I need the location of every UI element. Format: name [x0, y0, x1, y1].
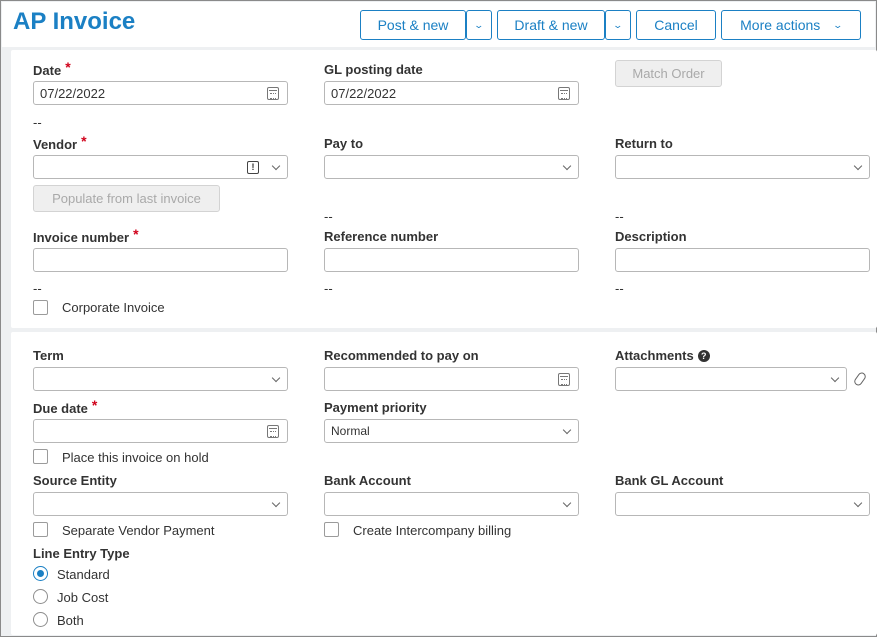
reference-number-label: Reference number — [324, 229, 439, 244]
chevron-down-icon — [853, 498, 863, 508]
corporate-invoice-label: Corporate Invoice — [62, 300, 165, 315]
hold-checkbox[interactable] — [33, 449, 48, 464]
date-field[interactable]: 07/22/2022 — [33, 81, 288, 105]
description-note: -- — [615, 281, 624, 296]
bank-gl-account-label: Bank GL Account — [615, 473, 724, 488]
recommended-to-pay-on-field[interactable] — [324, 367, 579, 391]
radio-standard-label: Standard — [57, 567, 110, 582]
description-label: Description — [615, 229, 687, 244]
post-new-label: Post & new — [377, 17, 449, 33]
create-intercompany-billing-checkbox[interactable] — [324, 522, 339, 537]
hold-label: Place this invoice on hold — [62, 450, 209, 465]
chevron-down-icon: ⌄ — [473, 19, 485, 30]
pay-to-label: Pay to — [324, 136, 364, 151]
due-date-label: Due date * — [33, 397, 98, 416]
more-actions-label: More actions — [740, 17, 821, 33]
bank-gl-account-select[interactable] — [615, 492, 870, 516]
calendar-icon[interactable] — [267, 425, 279, 438]
invoice-number-label: Invoice number * — [33, 226, 139, 245]
create-intercompany-billing-label: Create Intercompany billing — [353, 523, 512, 538]
attachments-select[interactable] — [615, 367, 847, 391]
chevron-down-icon — [271, 373, 281, 383]
reference-number-input[interactable] — [324, 248, 579, 272]
radio-job-cost[interactable] — [33, 589, 48, 604]
vendor-select[interactable]: ! — [33, 155, 288, 179]
bank-account-select[interactable] — [324, 492, 579, 516]
reference-number-note: -- — [324, 281, 333, 296]
gl-posting-date-field[interactable]: 07/22/2022 — [324, 81, 579, 105]
page-title: AP Invoice — [13, 8, 136, 35]
gl-posting-date-label: GL posting date — [324, 62, 423, 77]
draft-new-dropdown-button[interactable]: ⌄ — [605, 10, 631, 40]
payment-details-section: Term Recommended to pay on Attachments? … — [11, 332, 877, 635]
chevron-down-icon: ⌄ — [832, 19, 844, 30]
payment-priority-select[interactable]: Normal — [324, 419, 579, 443]
chevron-down-icon — [853, 161, 863, 171]
help-icon[interactable]: ? — [697, 350, 710, 362]
invoice-details-section: Date * 07/22/2022 GL posting date 07/22/2… — [11, 50, 877, 328]
separate-vendor-payment-checkbox[interactable] — [33, 522, 48, 537]
chevron-down-icon — [271, 498, 281, 508]
pay-to-select[interactable] — [324, 155, 579, 179]
radio-standard[interactable] — [33, 566, 48, 581]
source-entity-select[interactable] — [33, 492, 288, 516]
ap-invoice-window: AP Invoice Post & new ⌄ Draft & new ⌄ Ca… — [0, 0, 877, 637]
alert-icon: ! — [247, 161, 259, 174]
chevron-down-icon: ⌄ — [612, 19, 624, 30]
page-header: AP Invoice Post & new ⌄ Draft & new ⌄ Ca… — [2, 2, 875, 47]
due-date-field[interactable] — [33, 419, 288, 443]
date-label: Date * — [33, 59, 71, 78]
chevron-down-icon — [562, 498, 572, 508]
corporate-invoice-checkbox[interactable] — [33, 300, 48, 315]
return-to-note: -- — [615, 209, 624, 224]
attachments-label: Attachments? — [615, 348, 710, 363]
more-actions-button[interactable]: More actions ⌄ — [721, 10, 861, 40]
separate-vendor-payment-label: Separate Vendor Payment — [62, 523, 215, 538]
chevron-down-icon — [562, 161, 572, 171]
line-entry-type-label: Line Entry Type — [33, 546, 130, 561]
return-to-select[interactable] — [615, 155, 870, 179]
radio-both[interactable] — [33, 612, 48, 627]
vendor-label: Vendor * — [33, 133, 87, 152]
description-input[interactable] — [615, 248, 870, 272]
date-note: -- — [33, 115, 42, 130]
bank-account-label: Bank Account — [324, 473, 411, 488]
cancel-button[interactable]: Cancel — [636, 10, 716, 40]
invoice-number-input[interactable] — [33, 248, 288, 272]
chevron-down-icon — [830, 373, 840, 383]
invoice-number-note: -- — [33, 281, 42, 296]
radio-job-cost-label: Job Cost — [57, 590, 109, 605]
draft-new-button[interactable]: Draft & new — [497, 10, 605, 40]
chevron-down-icon — [562, 425, 572, 435]
payment-priority-value: Normal — [331, 424, 370, 438]
populate-from-last-invoice-button[interactable]: Populate from last invoice — [33, 185, 220, 212]
return-to-label: Return to — [615, 136, 673, 151]
calendar-icon[interactable] — [267, 87, 279, 100]
recommended-to-pay-on-label: Recommended to pay on — [324, 348, 479, 363]
pay-to-note: -- — [324, 209, 333, 224]
date-value: 07/22/2022 — [40, 85, 106, 101]
post-new-button[interactable]: Post & new — [360, 10, 466, 40]
term-label: Term — [33, 348, 64, 363]
paperclip-icon[interactable] — [852, 370, 868, 388]
chevron-down-icon — [271, 161, 281, 171]
radio-both-label: Both — [57, 613, 84, 628]
source-entity-label: Source Entity — [33, 473, 117, 488]
calendar-icon[interactable] — [558, 373, 570, 386]
draft-new-label: Draft & new — [514, 17, 588, 33]
term-select[interactable] — [33, 367, 288, 391]
calendar-icon[interactable] — [558, 87, 570, 100]
match-order-button[interactable]: Match Order — [615, 60, 722, 87]
cancel-label: Cancel — [654, 17, 698, 33]
post-new-dropdown-button[interactable]: ⌄ — [466, 10, 492, 40]
gl-posting-date-value: 07/22/2022 — [331, 85, 397, 101]
payment-priority-label: Payment priority — [324, 400, 427, 415]
